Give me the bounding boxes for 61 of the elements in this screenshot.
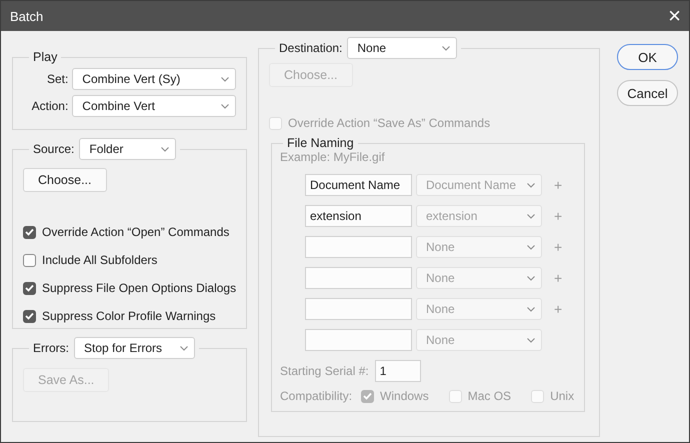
chevron-icon <box>527 306 535 312</box>
token-dropdown[interactable]: None <box>416 236 542 258</box>
dialog-button[interactable]: Cancel <box>617 80 678 106</box>
checkbox-label: Override Action “Open” Commands <box>42 225 230 239</box>
field-label: Set: <box>46 72 68 86</box>
chevron-icon <box>527 244 535 250</box>
token-dropdown[interactable]: None <box>416 298 542 320</box>
chevron-icon <box>221 76 229 82</box>
name-field[interactable] <box>305 267 412 289</box>
window-title: Batch <box>10 8 44 24</box>
chevron-icon <box>527 338 535 342</box>
dropdown[interactable]: Folder <box>79 138 176 160</box>
field-label: Destination: <box>279 41 342 55</box>
token-dropdown[interactable]: None <box>416 267 542 289</box>
dropdown[interactable]: Combine Vert <box>72 95 236 117</box>
checkbox[interactable] <box>23 226 36 238</box>
chevron-icon <box>527 214 535 218</box>
chevron-icon <box>442 46 450 50</box>
field-label: Errors: <box>33 341 69 355</box>
checkbox[interactable] <box>23 310 36 322</box>
chevron-icon <box>527 182 535 188</box>
name-field[interactable]: Document Name <box>305 174 412 196</box>
field-label: Source: <box>33 142 74 156</box>
add-icon[interactable]: + <box>554 239 566 255</box>
checkbox-label: Suppress File Open Options Dialogs <box>42 281 236 295</box>
group-title: Play <box>33 50 58 64</box>
add-icon[interactable]: + <box>554 301 566 317</box>
name-field[interactable] <box>305 236 412 258</box>
checkbox[interactable] <box>23 254 36 266</box>
add-icon[interactable]: + <box>554 208 566 224</box>
token-dropdown[interactable]: None <box>416 329 542 351</box>
name-field[interactable] <box>305 298 412 320</box>
choose-button[interactable]: Choose... <box>23 168 107 192</box>
checkbox[interactable] <box>23 282 36 294</box>
dialog-button[interactable]: OK <box>617 44 678 70</box>
name-field[interactable] <box>305 329 412 351</box>
dropdown[interactable]: None <box>347 37 458 59</box>
field-label: Starting Serial #: <box>280 364 369 378</box>
add-icon[interactable]: + <box>554 270 566 286</box>
add-icon[interactable]: + <box>554 177 566 193</box>
checkbox-label: Include All Subfolders <box>42 253 158 267</box>
dropdown[interactable]: Combine Vert (Sy) <box>72 68 236 90</box>
checkbox-label: Windows <box>380 389 429 403</box>
chevron-icon <box>221 104 229 108</box>
checkbox-label: Override Action “Save As” Commands <box>288 116 490 130</box>
chevron-icon <box>180 346 188 350</box>
serial-field[interactable]: 1 <box>374 360 421 382</box>
dropdown[interactable]: Stop for Errors <box>74 337 195 359</box>
name-field[interactable]: extension <box>305 205 412 227</box>
checkbox-label: Mac OS <box>468 389 512 403</box>
token-dropdown[interactable]: extension <box>416 205 542 227</box>
chevron-icon <box>161 146 170 152</box>
group-title: File Naming <box>287 136 354 150</box>
close-button[interactable]: × <box>668 5 681 27</box>
field-label: Compatibility: <box>280 389 352 403</box>
example-text: Example: MyFile.gif <box>280 150 385 164</box>
checkbox-label: Unix <box>550 389 574 403</box>
chevron-icon <box>527 276 535 280</box>
field-label: Action: <box>30 99 68 113</box>
token-dropdown[interactable]: Document Name <box>416 174 542 196</box>
checkbox-label: Suppress Color Profile Warnings <box>42 309 216 323</box>
